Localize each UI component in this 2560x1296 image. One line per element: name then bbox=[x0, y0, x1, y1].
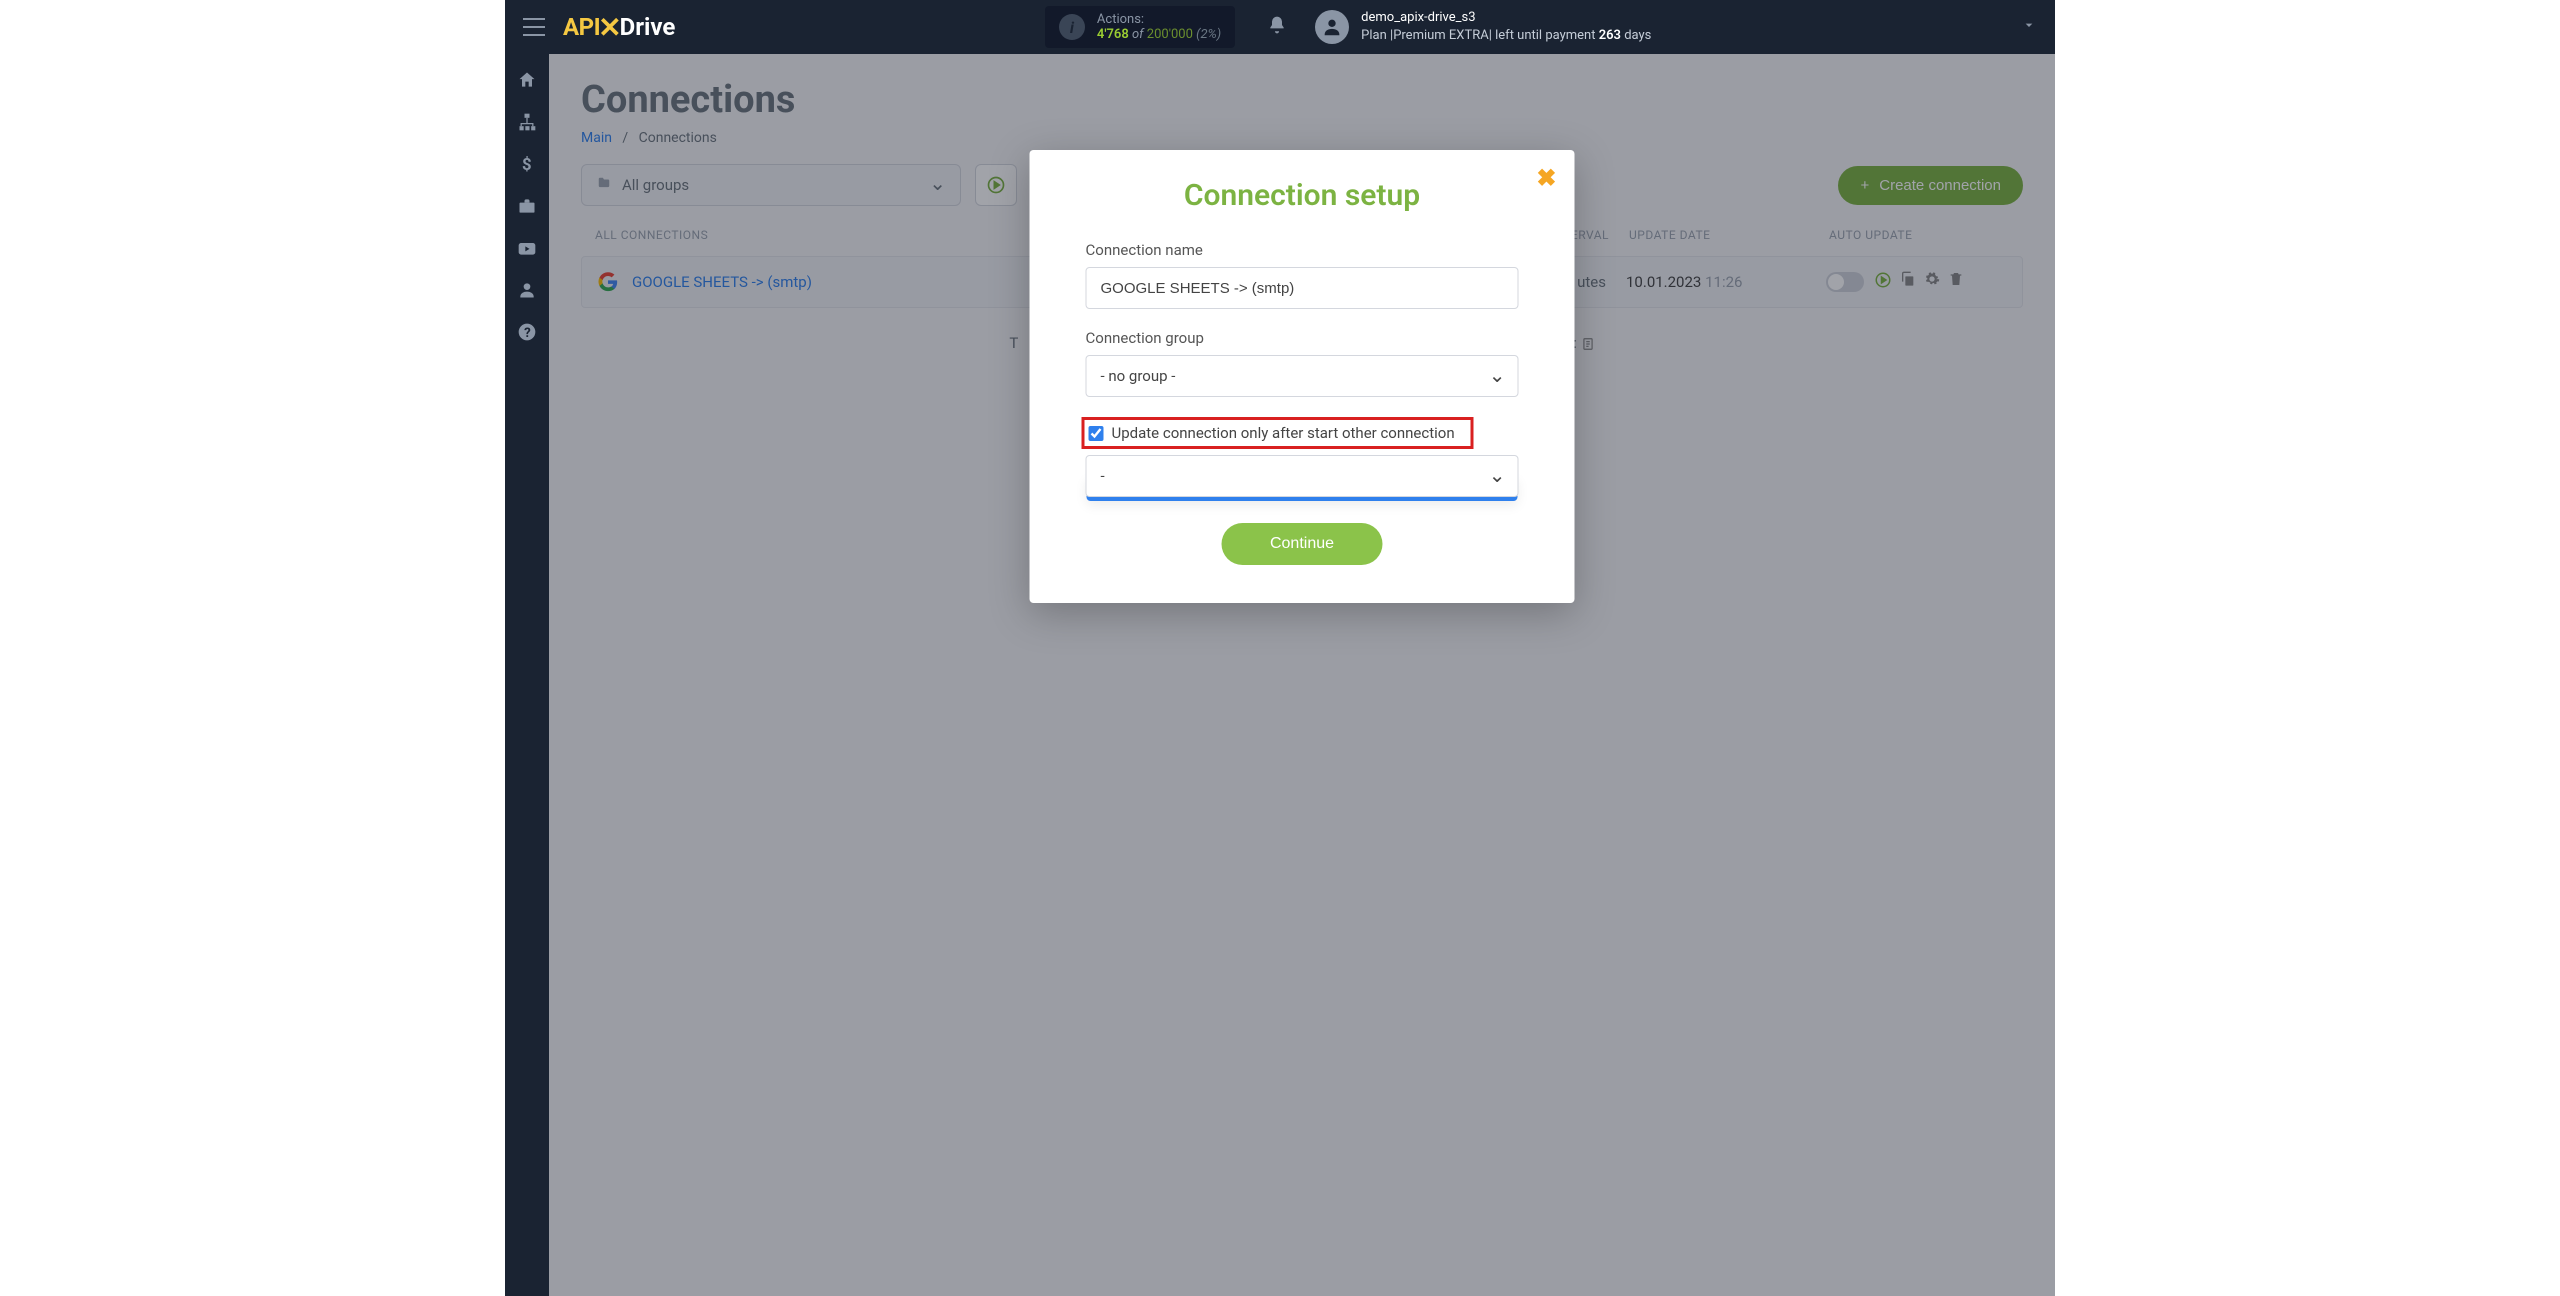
main: Connections Main / Connections All group… bbox=[549, 54, 2055, 1296]
close-icon[interactable]: ✖ bbox=[1536, 164, 1556, 192]
group-label: Connection group bbox=[1086, 329, 1519, 347]
sidebar-item-video[interactable] bbox=[517, 238, 537, 258]
bell-icon[interactable] bbox=[1267, 15, 1287, 40]
actions-box: i Actions: 4'768 of 200'000 (2%) bbox=[1045, 6, 1235, 48]
sidebar-item-sitemap[interactable] bbox=[517, 112, 537, 132]
logo[interactable]: API✕Drive bbox=[563, 11, 675, 44]
username: demo_apix-drive_s3 bbox=[1361, 9, 1651, 27]
plan-prefix: Plan | bbox=[1361, 28, 1393, 43]
sidebar-item-home[interactable] bbox=[517, 70, 537, 90]
sidebar: $ ? bbox=[505, 54, 549, 1296]
continue-button[interactable]: Continue bbox=[1222, 523, 1382, 565]
sidebar-item-user[interactable] bbox=[517, 280, 537, 300]
actions-total: 200'000 bbox=[1147, 27, 1193, 42]
sidebar-item-briefcase[interactable] bbox=[517, 196, 537, 216]
checkbox-row[interactable]: Update connection only after start other… bbox=[1082, 417, 1474, 449]
connection-name-input[interactable] bbox=[1086, 267, 1519, 309]
modal-title: Connection setup bbox=[1086, 178, 1519, 213]
days-word: days bbox=[1624, 28, 1651, 43]
connection-group-select[interactable]: - no group - bbox=[1086, 355, 1519, 397]
chevron-down-icon[interactable] bbox=[2021, 17, 2037, 37]
checkbox-label: Update connection only after start other… bbox=[1112, 424, 1455, 442]
update-after-checkbox[interactable] bbox=[1089, 426, 1104, 441]
actions-label: Actions: bbox=[1097, 12, 1144, 27]
info-icon: i bbox=[1059, 14, 1085, 40]
actions-pct: (2%) bbox=[1196, 27, 1221, 42]
modal: ✖ Connection setup Connection name Conne… bbox=[1030, 150, 1575, 603]
actions-of: of bbox=[1132, 27, 1144, 42]
menu-button[interactable] bbox=[523, 18, 545, 36]
user-block[interactable]: demo_apix-drive_s3 Plan |Premium EXTRA| … bbox=[1315, 9, 1651, 45]
plan-suffix: | left until payment bbox=[1489, 28, 1596, 43]
days-num: 263 bbox=[1599, 28, 1621, 43]
topbar: API✕Drive i Actions: 4'768 of 200'000 (2… bbox=[505, 0, 2055, 54]
avatar-icon bbox=[1315, 10, 1349, 44]
dependent-connection-select[interactable]: - bbox=[1086, 455, 1519, 497]
actions-count: 4'768 bbox=[1097, 27, 1129, 42]
plan-name: Premium EXTRA bbox=[1393, 28, 1489, 43]
svg-text:$: $ bbox=[522, 156, 532, 174]
name-label: Connection name bbox=[1086, 241, 1519, 259]
sidebar-item-help[interactable]: ? bbox=[517, 322, 537, 342]
svg-text:?: ? bbox=[524, 326, 531, 341]
sidebar-item-billing[interactable]: $ bbox=[517, 154, 537, 174]
